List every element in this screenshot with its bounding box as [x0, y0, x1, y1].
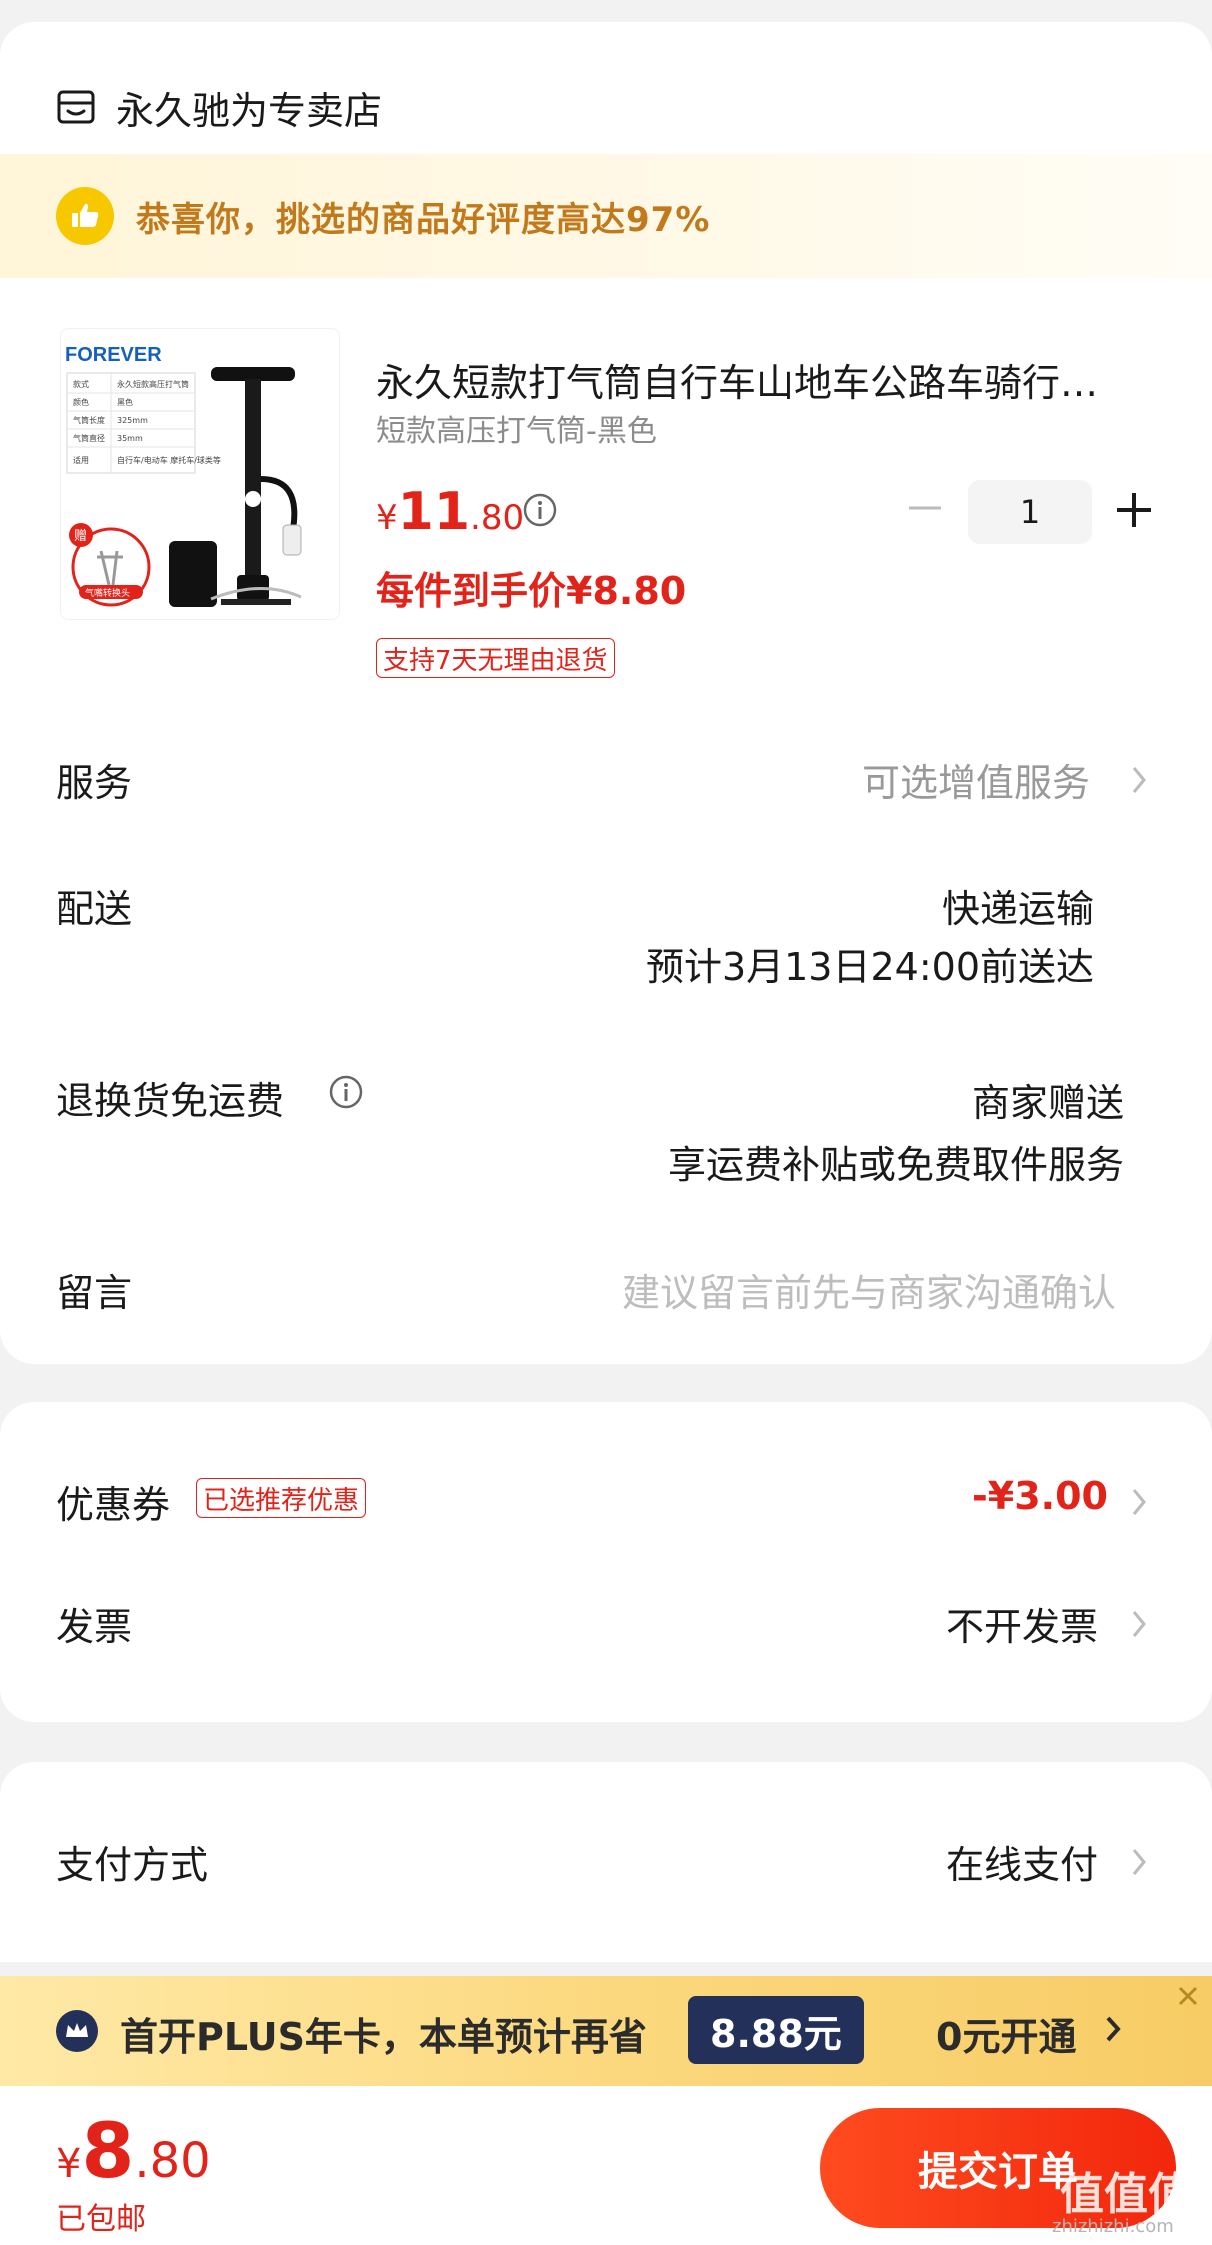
plus-promo-text: 首开PLUS年卡，本单预计再省 — [120, 2015, 647, 2059]
return-shipping-detail: 享运费补贴或免费取件服务 — [667, 1143, 1124, 1187]
payment-value[interactable]: 在线支付 — [946, 1834, 1098, 1889]
shop-header[interactable]: 永久驰为专卖店 — [56, 62, 382, 152]
rating-text: 恭喜你，挑选的商品好评度高达97% — [136, 199, 711, 240]
discount-card — [0, 1402, 1212, 1722]
free-shipping-label: 已包邮 — [56, 2202, 146, 2237]
watermark: 值值值 — [1060, 2169, 1192, 2220]
plus-crown-icon — [56, 2010, 98, 2052]
chevron-right-icon[interactable] — [1130, 762, 1150, 798]
quantity-decrease-button[interactable] — [905, 488, 945, 528]
rating-banner: 恭喜你，挑选的商品好评度高达97% — [0, 154, 1212, 278]
price-decimal: .80 — [470, 498, 525, 538]
coupon-tag: 已选推荐优惠 — [196, 1478, 367, 1518]
order-card: 永久驰为专卖店 恭喜你，挑选的商品好评度高达97% FOREVER 款式 永久短… — [0, 22, 1212, 1364]
spec-key: 适用 — [73, 455, 89, 465]
chevron-right-icon[interactable] — [1130, 1484, 1150, 1520]
total-integer: 8 — [81, 2106, 135, 2195]
shop-name: 永久驰为专卖店 — [116, 88, 383, 133]
spec-value: 黑色 — [117, 397, 133, 407]
total-symbol: ¥ — [56, 2141, 82, 2187]
delivery-eta[interactable]: 预计3月13日24:00前送达 — [646, 936, 1094, 991]
total-decimal: .80 — [134, 2133, 211, 2189]
close-icon[interactable] — [1172, 1980, 1204, 2012]
chevron-right-icon[interactable] — [1104, 2012, 1124, 2046]
gift-text: 气嘴转换头 — [85, 587, 130, 599]
checkout-bar: ¥ 8 .80 已包邮 提交订单 — [0, 2086, 1212, 2245]
spec-key: 气筒直径 — [73, 433, 105, 443]
chevron-right-icon[interactable] — [1130, 1606, 1150, 1642]
spec-key: 款式 — [73, 379, 89, 389]
thumbs-up-icon — [56, 187, 114, 245]
price-integer: 11 — [397, 482, 471, 542]
info-icon[interactable] — [522, 492, 558, 528]
plus-icon — [1117, 493, 1151, 527]
quantity-increase-button[interactable] — [1112, 488, 1156, 532]
plus-savings-badge: 8.88元 — [688, 1996, 864, 2064]
payment-label: 支付方式 — [56, 1843, 209, 1887]
brand-logo: FOREVER — [65, 344, 162, 366]
watermark-url: zhizhizhi.com — [1052, 2216, 1174, 2237]
pump-illustration — [169, 367, 302, 607]
return-shipping-value: 商家赠送 — [971, 1081, 1124, 1125]
coupon-label: 优惠券 — [56, 1483, 171, 1527]
product-title[interactable]: 永久短款打气筒自行车山地车公路车骑行… — [376, 352, 1156, 407]
product-image[interactable]: FOREVER 款式 永久短款高压打气筒 颜色 黑色 气筒长度 325mm 气筒… — [60, 328, 340, 620]
service-label: 服务 — [56, 761, 133, 805]
product-spec[interactable]: 短款高压打气筒-黑色 — [376, 406, 657, 450]
return-shipping-label: 退换货免运费 — [56, 1079, 285, 1123]
price-symbol: ¥ — [376, 498, 398, 538]
spec-key: 颜色 — [73, 397, 89, 407]
message-label: 留言 — [56, 1271, 133, 1315]
quantity-input[interactable]: 1 — [968, 480, 1092, 544]
product-price: ¥ 11 .80 — [376, 482, 524, 542]
plus-open-button[interactable]: 0元开通 — [936, 2006, 1076, 2061]
plus-membership-banner[interactable]: 首开PLUS年卡，本单预计再省 8.88元 0元开通 — [0, 1976, 1212, 2086]
invoice-label: 发票 — [56, 1605, 133, 1649]
coupon-value[interactable]: -¥3.00 — [972, 1474, 1108, 1518]
invoice-value[interactable]: 不开发票 — [946, 1596, 1098, 1651]
delivery-label: 配送 — [56, 887, 133, 931]
info-icon[interactable] — [328, 1074, 364, 1110]
spec-value: 35mm — [117, 434, 143, 443]
gift-badge: 赠 — [74, 529, 87, 544]
spec-value: 自行车/电动车 摩托车/球类等 — [117, 455, 221, 465]
net-price: 每件到手价¥8.80 — [376, 569, 687, 613]
total-price: ¥ 8 .80 — [56, 2106, 211, 2195]
delivery-method[interactable]: 快递运输 — [942, 878, 1094, 933]
spec-value: 永久短款高压打气筒 — [117, 379, 189, 389]
spec-key: 气筒长度 — [73, 415, 105, 425]
store-icon — [57, 90, 95, 124]
service-value[interactable]: 可选增值服务 — [862, 752, 1090, 807]
minus-icon — [909, 506, 941, 510]
chevron-right-icon[interactable] — [1130, 1844, 1150, 1880]
spec-value: 325mm — [117, 416, 148, 425]
return-policy-tag: 支持7天无理由退货 — [376, 638, 615, 678]
message-input[interactable]: 建议留言前先与商家沟通确认 — [622, 1262, 1116, 1317]
